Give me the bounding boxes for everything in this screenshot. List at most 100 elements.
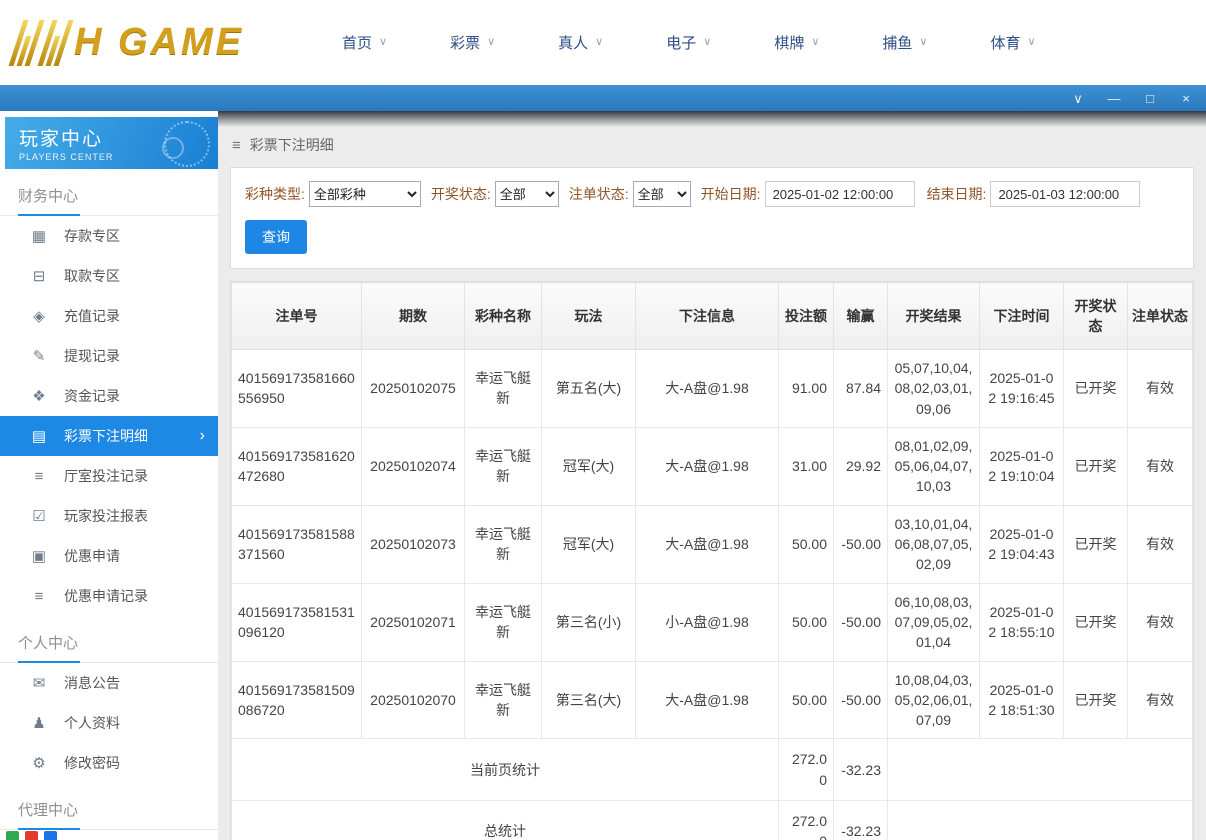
chevron-down-icon: ∨ xyxy=(1027,36,1036,48)
gear-icon: ⚙ xyxy=(32,755,46,772)
table-cell: 20250102071 xyxy=(361,582,465,662)
table-header-row: 注单号 期数 彩种名称 玩法 下注信息 投注额 输赢 开奖结果 下注时间 开奖状… xyxy=(231,282,1193,350)
table-cell: 第三名(大) xyxy=(541,660,636,740)
table-cell: 有效 xyxy=(1127,349,1193,428)
window-maximize-button[interactable]: □ xyxy=(1142,92,1158,105)
sidebar-item-promo-apply-record[interactable]: ≡ 优惠申请记录 xyxy=(0,576,218,616)
nav-fishing[interactable]: 捕鱼 ∨ xyxy=(882,32,927,53)
table-cell: 有效 xyxy=(1127,660,1193,740)
sidebar-item-withdraw[interactable]: ⊟ 取款专区 xyxy=(0,256,218,296)
page-summary-row: 当前页统计 272.00 -32.23 xyxy=(231,738,1193,802)
sidebar-item-promo-apply[interactable]: ▣ 优惠申请 xyxy=(0,536,218,576)
nav-board-games[interactable]: 棋牌 ∨ xyxy=(774,32,819,53)
table-cell: 已开奖 xyxy=(1063,349,1128,428)
taskbar-icon[interactable] xyxy=(44,831,57,840)
column-header: 下注时间 xyxy=(979,282,1064,350)
sidebar-item-label: 个人资料 xyxy=(64,715,120,731)
table-cell: 大-A盘@1.98 xyxy=(635,660,779,740)
column-header: 注单状态 xyxy=(1127,282,1193,350)
table-cell: 05,07,10,04,08,02,03,01,09,06 xyxy=(887,349,980,428)
sidebar-item-withdraw-record[interactable]: ✎ 提现记录 xyxy=(0,336,218,376)
start-date-label: 开始日期: xyxy=(700,186,761,202)
table-row: 401569173581531096120 20250102071 幸运飞艇新 … xyxy=(231,582,1193,662)
table-cell: 幸运飞艇新 xyxy=(464,582,542,662)
section-finance-center: 财务中心 xyxy=(0,185,218,216)
taskbar-icon[interactable] xyxy=(6,831,19,840)
table-cell: 91.00 xyxy=(778,349,834,428)
table-cell: -50.00 xyxy=(833,660,888,740)
table-cell: 第三名(小) xyxy=(541,582,636,662)
sidebar-item-hall-bet-record[interactable]: ≡ 厅室投注记录 xyxy=(0,456,218,496)
window-minimize-button[interactable]: — xyxy=(1106,92,1122,105)
column-header: 开奖状态 xyxy=(1063,282,1128,350)
sidebar-item-funds-record[interactable]: ❖ 资金记录 xyxy=(0,376,218,416)
window-chevron-button[interactable]: ∨ xyxy=(1070,92,1086,105)
nav-slots-label: 电子 xyxy=(666,35,697,52)
taskbar-icons[interactable] xyxy=(6,831,57,840)
chevron-down-icon: ∨ xyxy=(487,36,496,48)
search-button[interactable]: 查询 xyxy=(245,220,307,254)
start-date-input[interactable] xyxy=(764,181,915,207)
logo-icon xyxy=(8,19,74,66)
lottery-type-select[interactable]: 全部彩种 xyxy=(308,181,421,207)
draw-status-select[interactable]: 全部 xyxy=(494,181,559,207)
end-date-input[interactable] xyxy=(990,181,1141,207)
table-cell: 401569173581588371560 xyxy=(231,504,362,584)
sidebar-item-profile[interactable]: ♟ 个人资料 xyxy=(0,703,218,743)
table-cell: 20250102073 xyxy=(361,504,465,584)
table-cell: 2025-01-02 19:10:04 xyxy=(979,426,1064,506)
sidebar-item-label: 提现记录 xyxy=(64,348,120,364)
table-cell: 冠军(大) xyxy=(541,504,636,584)
table-cell: 401569173581620472680 xyxy=(231,426,362,506)
table-cell: 87.84 xyxy=(833,349,888,428)
order-status-select[interactable]: 全部 xyxy=(632,181,691,207)
window-close-button[interactable]: × xyxy=(1178,92,1194,105)
taskbar-icon[interactable] xyxy=(25,831,38,840)
nav-lottery[interactable]: 彩票 ∨ xyxy=(450,32,495,53)
chevron-down-icon: ∨ xyxy=(703,36,712,48)
nav-lottery-label: 彩票 xyxy=(450,35,481,52)
nav-home[interactable]: 首页 ∨ xyxy=(342,32,387,53)
table-cell: 401569173581531096120 xyxy=(231,582,362,662)
table-cell: 03,10,01,04,06,08,07,05,02,09 xyxy=(887,504,980,584)
sidebar-item-label: 优惠申请 xyxy=(64,548,120,564)
table-cell: 20250102070 xyxy=(361,660,465,740)
sidebar-item-lottery-bet-detail[interactable]: ▤ 彩票下注明细 › xyxy=(0,416,218,456)
sidebar-item-player-bet-report[interactable]: ☑ 玩家投注报表 xyxy=(0,496,218,536)
nav-board-games-label: 棋牌 xyxy=(774,35,805,52)
withdraw-icon: ⊟ xyxy=(32,268,46,285)
table-cell: 幸运飞艇新 xyxy=(464,660,542,740)
chevron-down-icon: ∨ xyxy=(379,36,388,48)
nav-live[interactable]: 真人 ∨ xyxy=(558,32,603,53)
summary-empty-cell xyxy=(887,738,1193,802)
sidebar-item-recharge-record[interactable]: ◈ 充值记录 xyxy=(0,296,218,336)
nav-sports[interactable]: 体育 ∨ xyxy=(990,32,1035,53)
column-header: 期数 xyxy=(361,282,465,350)
lottery-bet-icon: ▤ xyxy=(31,428,47,445)
table-cell: 2025-01-02 18:55:10 xyxy=(979,582,1064,662)
table-cell: 29.92 xyxy=(833,426,888,506)
end-date-label: 结束日期: xyxy=(926,186,987,202)
nav-slots[interactable]: 电子 ∨ xyxy=(666,32,711,53)
table-cell: 已开奖 xyxy=(1063,582,1128,662)
column-header: 输赢 xyxy=(833,282,888,350)
sidebar-item-label: 彩票下注明细 xyxy=(64,428,148,444)
sidebar-item-label: 消息公告 xyxy=(64,675,120,691)
brand-logo[interactable]: H GAME xyxy=(8,19,284,66)
summary-label: 当前页统计 xyxy=(231,738,779,802)
table-cell: 50.00 xyxy=(778,582,834,662)
bet-records-table-panel: 注单号 期数 彩种名称 玩法 下注信息 投注额 输赢 开奖结果 下注时间 开奖状… xyxy=(230,281,1194,840)
sidebar-item-label: 充值记录 xyxy=(64,308,120,324)
table-cell: 幸运飞艇新 xyxy=(464,426,542,506)
sidebar-item-deposit[interactable]: ▦ 存款专区 xyxy=(0,216,218,256)
summary-bet-total: 272.00 xyxy=(778,800,834,840)
table-row: 401569173581509086720 20250102070 幸运飞艇新 … xyxy=(231,660,1193,740)
nav-home-label: 首页 xyxy=(342,35,373,52)
sidebar-item-announcements[interactable]: ✉ 消息公告 xyxy=(0,663,218,703)
column-header: 开奖结果 xyxy=(887,282,980,350)
hamburger-icon[interactable]: ≡ xyxy=(232,137,241,154)
filter-row: 彩种类型: 全部彩种 开奖状态: 全部 注单状态: 全部 开始日期: 结束日期: xyxy=(245,181,1179,207)
table-cell: -50.00 xyxy=(833,582,888,662)
sidebar-item-change-password[interactable]: ⚙ 修改密码 xyxy=(0,743,218,783)
table-row: 401569173581620472680 20250102074 幸运飞艇新 … xyxy=(231,426,1193,506)
